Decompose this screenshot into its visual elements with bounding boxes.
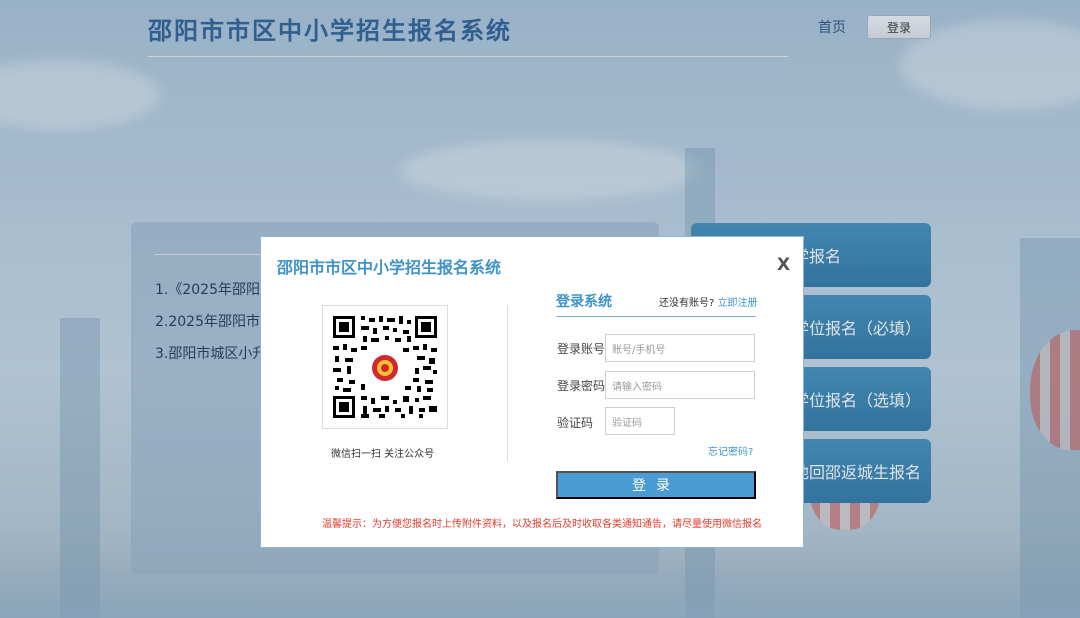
login-heading: 登录系统 [556, 294, 612, 310]
close-icon[interactable]: X [777, 255, 790, 275]
vertical-divider [507, 305, 508, 461]
captcha-input[interactable]: 验证码 [605, 407, 675, 435]
password-label: 登录密码 [557, 379, 606, 393]
no-account-text: 还没有账号? [659, 298, 715, 309]
qr-caption: 微信扫一扫 关注公众号 [331, 449, 435, 460]
modal-title: 邵阳市市区中小学招生报名系统 [277, 258, 502, 277]
qr-code-icon [323, 306, 447, 428]
login-submit-button[interactable]: 登录 [556, 471, 756, 499]
login-heading-underline [556, 316, 756, 317]
login-modal: 邵阳市市区中小学招生报名系统 X 微信扫一扫 关注公众号 登录系统 还没有账号?… [260, 236, 804, 548]
account-input[interactable]: 账号/手机号 [605, 334, 755, 362]
password-input[interactable]: 请输入密码 [605, 371, 755, 399]
forgot-password-link[interactable]: 忘记密码? [708, 443, 753, 458]
no-account-prompt: 还没有账号? 立即注册 [659, 294, 758, 309]
register-link[interactable]: 立即注册 [718, 298, 758, 309]
captcha-label: 验证码 [557, 416, 594, 430]
wechat-tip: 温馨提示：为方便您报名时上传附件资料，以及报名后及时收取各类通知通告，请尽量使用… [322, 519, 762, 530]
account-label: 登录账号 [557, 342, 606, 356]
wechat-qr-code [322, 305, 448, 429]
